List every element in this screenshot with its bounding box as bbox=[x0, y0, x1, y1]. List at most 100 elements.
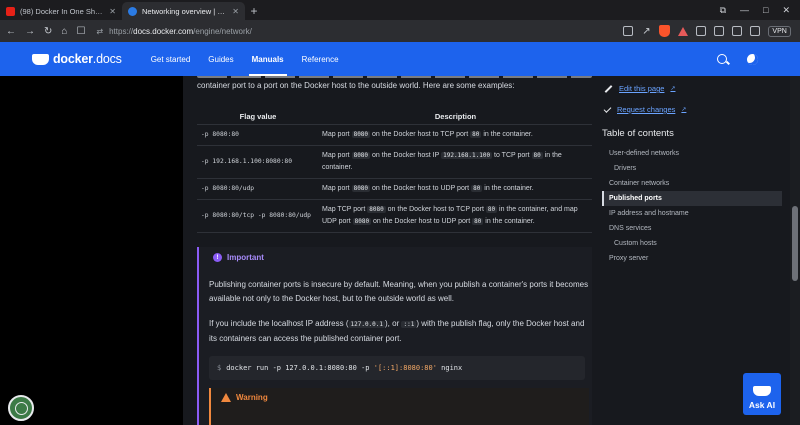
text: Map port bbox=[322, 184, 352, 192]
toc-item-container-networks[interactable]: Container networks bbox=[602, 176, 782, 191]
browser-tab-strip: (98) Docker In One Shot - Part 1 - Y ✕ N… bbox=[0, 0, 800, 20]
text: on the Docker host to TCP port bbox=[370, 130, 471, 138]
inline-code: 80 bbox=[472, 217, 484, 225]
browser-tab-docker[interactable]: Networking overview | Docker D ✕ bbox=[122, 2, 245, 20]
inline-code: 127.0.0.1 bbox=[348, 321, 386, 328]
reader-icon[interactable] bbox=[623, 26, 634, 36]
text: to TCP port bbox=[492, 151, 532, 159]
nav-guides[interactable]: Guides bbox=[199, 42, 242, 76]
edit-page-link[interactable]: Edit this page ↗ bbox=[604, 84, 675, 93]
text: If you include the localhost IP address … bbox=[209, 319, 349, 328]
inline-code: 192.168.1.100 bbox=[441, 151, 493, 159]
text: Map TCP port bbox=[322, 205, 368, 213]
browser-toolbar: ↗ VPN ≡ bbox=[623, 25, 800, 37]
important-callout: ! Important Publishing container ports i… bbox=[197, 247, 592, 425]
close-tab-icon[interactable]: ✕ bbox=[109, 7, 116, 16]
table-header-row: Flag value Description bbox=[197, 109, 592, 125]
flag-value: -p 8080:80/tcp -p 8080:80/udp bbox=[197, 199, 319, 233]
url-scheme: https:// bbox=[109, 26, 134, 36]
request-changes-link[interactable]: Request changes ↗ bbox=[603, 104, 686, 114]
warning-title: Warning bbox=[236, 393, 268, 402]
toc-item-custom-hosts[interactable]: Custom hosts bbox=[602, 236, 782, 251]
table-row: -p 192.168.1.100:8080:80 Map port 8080 on… bbox=[197, 145, 592, 179]
toc-item-published-ports[interactable]: Published ports bbox=[602, 191, 782, 206]
wallet-icon[interactable] bbox=[732, 26, 743, 36]
brave-shield-icon[interactable] bbox=[659, 25, 671, 37]
toc-item-ip-address-and-hostname[interactable]: IP address and hostname bbox=[602, 206, 782, 221]
warning-icon bbox=[221, 393, 231, 402]
inline-code: 8080 bbox=[351, 184, 371, 192]
flag-description: Map TCP port 8080 on the Docker host to … bbox=[319, 199, 592, 233]
toc-item-user-defined-networks[interactable]: User-defined networks bbox=[602, 146, 782, 161]
window-controls: ⧉ — □ ✕ bbox=[720, 0, 800, 20]
download-icon[interactable] bbox=[750, 26, 761, 36]
text: Map port bbox=[322, 130, 352, 138]
main-nav: Get started Guides Manuals Reference bbox=[142, 42, 348, 76]
forward-icon[interactable]: → bbox=[25, 26, 35, 37]
checkmark-icon bbox=[603, 104, 612, 113]
toc-item-proxy-server[interactable]: Proxy server bbox=[602, 251, 782, 266]
external-link-icon: ↗ bbox=[670, 86, 676, 92]
inline-code: 80 bbox=[470, 130, 482, 138]
share-icon[interactable]: ↗ bbox=[641, 26, 651, 37]
command-text: docker run -p 127.0.0.1:8080:80 -p bbox=[226, 364, 374, 372]
important-title: Important bbox=[227, 253, 264, 262]
text: on the Docker host to TCP port bbox=[385, 205, 486, 213]
command-string: '[::1]:8080:80' bbox=[373, 364, 437, 372]
browser-tab-youtube[interactable]: (98) Docker In One Shot - Part 1 - Y ✕ bbox=[0, 2, 122, 20]
article: container port to a port on the Docker h… bbox=[183, 76, 596, 425]
flag-description: Map port 8080 on the Docker host IP 192.… bbox=[319, 145, 592, 179]
back-icon[interactable]: ← bbox=[6, 26, 16, 37]
published-ports-table: Flag value Description -p 8080:80 Map por… bbox=[197, 109, 592, 233]
important-heading: ! Important bbox=[213, 253, 264, 262]
reload-icon[interactable]: ↻ bbox=[44, 26, 52, 37]
request-changes-label: Request changes bbox=[617, 105, 676, 114]
sidebar-icon[interactable] bbox=[714, 26, 725, 36]
table-row: -p 8080:80 Map port 8080 on the Docker ho… bbox=[197, 124, 592, 146]
ask-ai-button[interactable]: Ask AI bbox=[743, 373, 781, 415]
bookmark-icon[interactable]: ☐ bbox=[76, 26, 85, 37]
flag-value: -p 8080:80/udp bbox=[197, 178, 319, 200]
docker-docs-logo[interactable]: docker.docs bbox=[32, 52, 122, 66]
dark-mode-icon[interactable] bbox=[747, 53, 758, 65]
home-icon[interactable]: ⌂ bbox=[61, 26, 67, 37]
maximize-icon[interactable]: □ bbox=[763, 5, 768, 15]
inline-code: 80 bbox=[471, 184, 483, 192]
brave-rewards-icon[interactable] bbox=[678, 26, 689, 36]
intro-paragraph: container port to a port on the Docker h… bbox=[197, 81, 515, 90]
floating-extension-button[interactable] bbox=[8, 395, 34, 421]
inline-code: 8080 bbox=[367, 205, 386, 213]
header-actions bbox=[717, 53, 800, 65]
text: in the container. bbox=[481, 130, 533, 138]
code-block[interactable]: $ docker run -p 127.0.0.1:8080:80 -p '[::… bbox=[209, 356, 585, 380]
text: in the container. bbox=[483, 217, 535, 225]
text: on the Docker host to UDP port bbox=[371, 217, 473, 225]
docker-whale-icon bbox=[753, 386, 771, 396]
nav-reference[interactable]: Reference bbox=[293, 42, 348, 76]
page-scrollbar[interactable] bbox=[790, 76, 800, 425]
column-header: Flag value bbox=[197, 109, 319, 125]
nav-manuals[interactable]: Manuals bbox=[243, 42, 293, 76]
flag-description: Map port 8080 on the Docker host to TCP … bbox=[319, 124, 592, 146]
pencil-icon bbox=[604, 84, 613, 93]
text: in the container. bbox=[482, 184, 534, 192]
vpn-button[interactable]: VPN bbox=[768, 25, 791, 37]
search-icon[interactable] bbox=[717, 54, 727, 64]
toc-title: Table of contents bbox=[602, 128, 674, 139]
inline-code: ::1 bbox=[401, 321, 417, 328]
flag-value: -p 8080:80 bbox=[197, 124, 319, 146]
new-tab-button[interactable]: + bbox=[245, 2, 263, 20]
url-field[interactable]: ⇄ https://docs.docker.com/engine/network… bbox=[94, 23, 614, 39]
close-window-icon[interactable]: ✕ bbox=[782, 5, 790, 16]
extension-icon[interactable] bbox=[696, 26, 707, 36]
close-tab-icon[interactable]: ✕ bbox=[232, 7, 239, 16]
extension-badge-icon bbox=[14, 401, 28, 415]
toc-item-dns-services[interactable]: DNS services bbox=[602, 221, 782, 236]
toc-item-drivers[interactable]: Drivers bbox=[602, 161, 782, 176]
nav-get-started[interactable]: Get started bbox=[142, 42, 200, 76]
scrollbar-thumb[interactable] bbox=[792, 206, 798, 281]
site-settings-icon[interactable]: ⇄ bbox=[96, 27, 103, 36]
extensions-icon[interactable]: ⧉ bbox=[720, 5, 726, 16]
table-row: -p 8080:80/tcp -p 8080:80/udp Map TCP por… bbox=[197, 199, 592, 233]
minimize-icon[interactable]: — bbox=[740, 5, 749, 15]
